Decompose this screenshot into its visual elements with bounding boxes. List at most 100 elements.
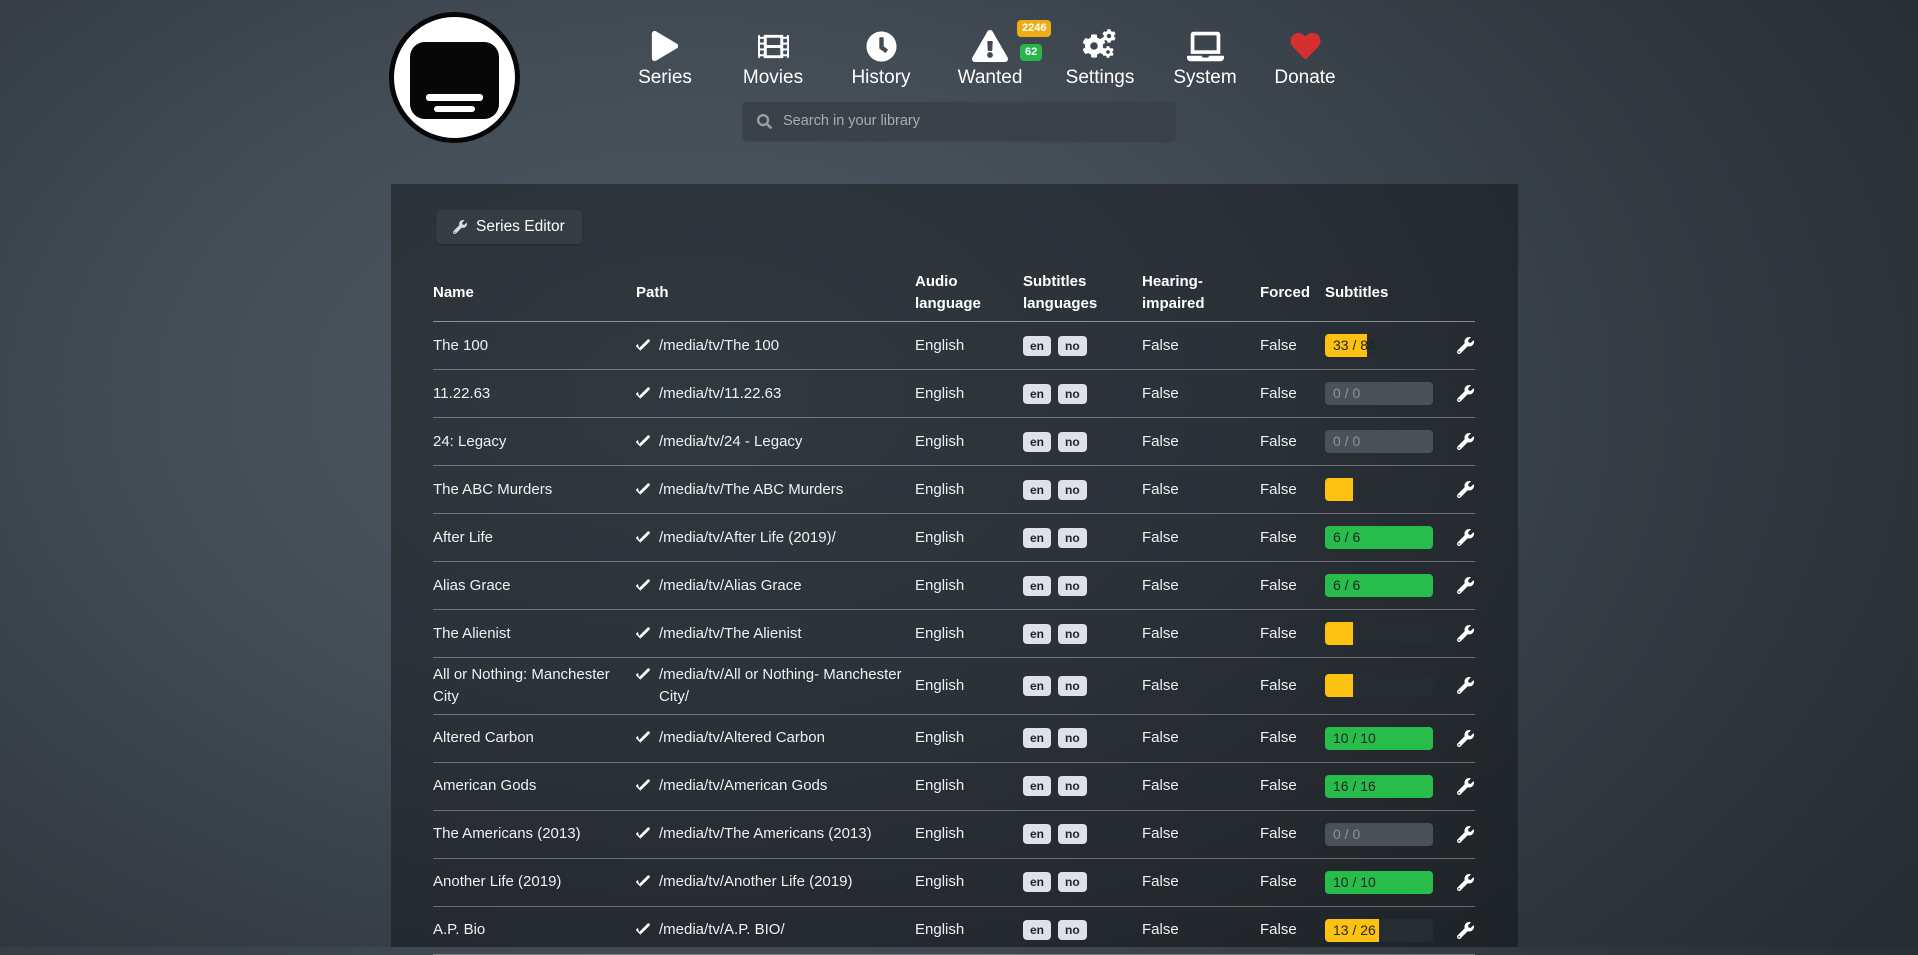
edit-series-button[interactable] (1457, 874, 1475, 891)
language-badge: no (1058, 824, 1087, 844)
forced: False (1260, 479, 1325, 501)
subtitles-languages: enno (1023, 676, 1142, 696)
series-name[interactable]: The Americans (2013) (433, 823, 636, 845)
series-path-text: /media/tv/The ABC Murders (659, 479, 843, 501)
series-name[interactable]: Another Life (2019) (433, 871, 636, 893)
language-badge: en (1023, 480, 1051, 500)
hearing-impaired: False (1142, 775, 1260, 797)
edit-series-button[interactable] (1457, 730, 1475, 747)
series-name[interactable]: Alias Grace (433, 575, 636, 597)
wrench-icon (1457, 481, 1474, 498)
check-icon (636, 923, 650, 937)
heart-icon (1250, 28, 1360, 64)
wrench-icon (1457, 778, 1474, 795)
clock-icon (826, 28, 936, 64)
audio-language: English (915, 675, 1023, 697)
edit-series-button[interactable] (1457, 385, 1475, 402)
edit-series-button[interactable] (1457, 778, 1475, 795)
subtitles-languages: enno (1023, 728, 1142, 748)
language-badge: no (1058, 776, 1087, 796)
edit-series-button[interactable] (1457, 922, 1475, 939)
table-row: Alias Grace /media/tv/Alias Grace Englis… (433, 562, 1475, 610)
nav-item-wanted[interactable]: Wanted 2246 62 (935, 28, 1045, 89)
wrench-icon (1457, 922, 1474, 939)
language-badge: no (1058, 480, 1087, 500)
edit-series-button[interactable] (1457, 433, 1475, 450)
language-badge: en (1023, 576, 1051, 596)
search-input[interactable] (783, 113, 1175, 129)
nav-item-settings[interactable]: Settings (1045, 28, 1155, 89)
series-name[interactable]: 11.22.63 (433, 383, 636, 405)
play-icon (610, 28, 720, 64)
series-path-text: /media/tv/The Alienist (659, 623, 802, 645)
forced: False (1260, 775, 1325, 797)
audio-language: English (915, 335, 1023, 357)
series-name[interactable]: A.P. Bio (433, 919, 636, 941)
nav-item-series[interactable]: Series (610, 28, 720, 89)
series-name[interactable]: American Gods (433, 775, 636, 797)
edit-series-button[interactable] (1457, 529, 1475, 546)
library-search (743, 102, 1175, 140)
edit-series-button[interactable] (1457, 481, 1475, 498)
language-badge: en (1023, 676, 1051, 696)
hearing-impaired: False (1142, 383, 1260, 405)
nav-item-donate[interactable]: Donate (1250, 28, 1360, 89)
subtitles-languages: enno (1023, 336, 1142, 356)
forced: False (1260, 675, 1325, 697)
hearing-impaired: False (1142, 479, 1260, 501)
series-path-text: /media/tv/All or Nothing- Manchester Cit… (659, 664, 903, 708)
table-body: The 100 /media/tv/The 100 English enno F… (433, 322, 1475, 955)
language-badge: en (1023, 336, 1051, 356)
nav-item-movies[interactable]: Movies (718, 28, 828, 89)
subtitles-languages: enno (1023, 384, 1142, 404)
edit-series-button[interactable] (1457, 577, 1475, 594)
series-name[interactable]: All or Nothing: Manchester City (433, 664, 636, 708)
audio-language: English (915, 431, 1023, 453)
hearing-impaired: False (1142, 575, 1260, 597)
wanted-movies-count-badge: 62 (1020, 44, 1042, 61)
subtitles-progress: 33 / 84 (1325, 334, 1433, 357)
series-name[interactable]: Altered Carbon (433, 727, 636, 749)
edit-series-button[interactable] (1457, 337, 1475, 354)
header-name: Name (433, 282, 636, 304)
table-row: 11.22.63 /media/tv/11.22.63 English enno… (433, 370, 1475, 418)
wrench-icon (1457, 677, 1474, 694)
header-forced: Forced (1260, 282, 1325, 304)
series-path-text: /media/tv/Another Life (2019) (659, 871, 852, 893)
series-name[interactable]: 24: Legacy (433, 431, 636, 453)
forced: False (1260, 383, 1325, 405)
nav-label: Settings (1045, 67, 1155, 89)
wrench-icon (1457, 730, 1474, 747)
subtitles-progress: 6 / 6 (1325, 574, 1433, 597)
bazarr-logo[interactable] (389, 12, 520, 143)
subtitles-languages: enno (1023, 528, 1142, 548)
table-row: All or Nothing: Manchester City /media/t… (433, 658, 1475, 715)
edit-series-button[interactable] (1457, 826, 1475, 843)
table-row: After Life /media/tv/After Life (2019)/ … (433, 514, 1475, 562)
wrench-icon (1457, 577, 1474, 594)
hearing-impaired: False (1142, 527, 1260, 549)
language-badge: en (1023, 776, 1051, 796)
nav-item-system[interactable]: System (1150, 28, 1260, 89)
nav-item-history[interactable]: History (826, 28, 936, 89)
series-table: Name Path Audio language Subtitles langu… (433, 264, 1475, 955)
forced: False (1260, 575, 1325, 597)
language-badge: no (1058, 528, 1087, 548)
audio-language: English (915, 575, 1023, 597)
edit-series-button[interactable] (1457, 625, 1475, 642)
series-name[interactable]: The Alienist (433, 623, 636, 645)
series-name[interactable]: The 100 (433, 335, 636, 357)
audio-language: English (915, 479, 1023, 501)
series-name[interactable]: After Life (433, 527, 636, 549)
nav-label: Series (610, 67, 720, 89)
edit-series-button[interactable] (1457, 677, 1475, 694)
subtitles-progress: 10 / 10 (1325, 871, 1433, 894)
wrench-icon (1457, 385, 1474, 402)
logo-screen-shape (410, 42, 499, 119)
series-name[interactable]: The ABC Murders (433, 479, 636, 501)
check-icon (636, 627, 650, 641)
series-editor-button[interactable]: Series Editor (436, 210, 582, 244)
hearing-impaired: False (1142, 623, 1260, 645)
series-path-text: /media/tv/American Gods (659, 775, 827, 797)
audio-language: English (915, 823, 1023, 845)
